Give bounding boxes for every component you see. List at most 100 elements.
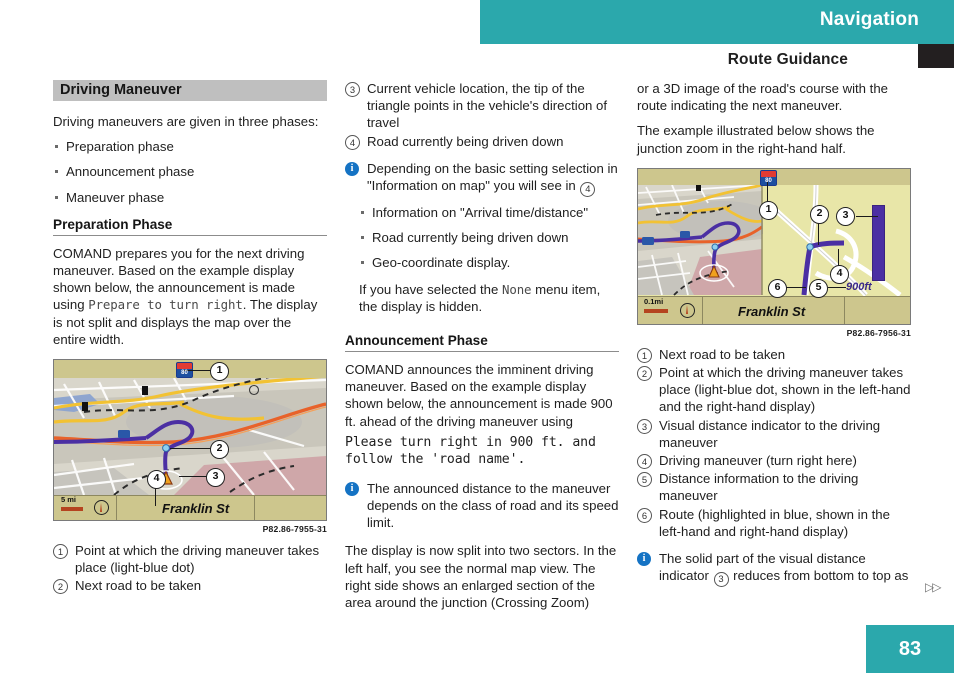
figure-preparation-map: 80 5 mi Franklin St 1 2 3 4 P82.86-7955-… bbox=[53, 359, 327, 534]
none-menu-paragraph: If you have selected the None menu item,… bbox=[359, 281, 619, 315]
legend-item: 5 Distance information to the driving ma… bbox=[637, 470, 911, 504]
legend-item: 1 Point at which the driving maneuver ta… bbox=[53, 542, 327, 576]
chapter-header-bar: Navigation bbox=[480, 0, 954, 44]
voice-prompt-prepare: Prepare to turn right bbox=[88, 297, 243, 313]
legend-item: 1 Next road to be taken bbox=[637, 346, 911, 363]
leader-line-2 bbox=[818, 220, 820, 245]
inline-number-icon: 4 bbox=[580, 182, 596, 198]
legend-number-icon: 5 bbox=[637, 472, 652, 488]
leader-line-6 bbox=[786, 286, 806, 288]
map-band-divider-2 bbox=[254, 496, 255, 521]
heading-rule bbox=[53, 234, 327, 236]
legend-item: 2 Point at which the driving maneuver ta… bbox=[637, 364, 911, 416]
info-note-3: i The solid part of the visual distance … bbox=[637, 550, 911, 588]
map-street-name: Franklin St bbox=[738, 303, 806, 319]
legend-text: Route (highlighted in blue, shown in the… bbox=[659, 506, 890, 539]
figure-legend-1: 1 Point at which the driving maneuver ta… bbox=[53, 542, 327, 595]
map-scale-bar bbox=[61, 507, 83, 512]
legend-text: Driving maneuver (turn right here) bbox=[659, 453, 857, 469]
leader-line-3 bbox=[179, 476, 209, 478]
map-marker-2: 2 bbox=[810, 204, 829, 224]
shield-number: 80 bbox=[765, 177, 772, 184]
map-band-divider-2 bbox=[844, 296, 845, 324]
intro-paragraph: Driving maneuvers are given in three pha… bbox=[53, 114, 319, 129]
legend-number-icon: 6 bbox=[637, 507, 652, 523]
announcement-paragraph: COMAND announces the imminent driving ma… bbox=[345, 361, 619, 430]
map-street-name: Franklin St bbox=[162, 501, 230, 517]
column-right: or a 3D image of the road's course with … bbox=[637, 80, 911, 598]
para-text-a: COMAND announces the imminent driving ma… bbox=[345, 362, 613, 429]
legend-text: Current vehicle location, the tip of the… bbox=[367, 81, 608, 131]
legend-text: Road currently being driven down bbox=[367, 133, 564, 149]
figure-caption-2: P82.86-7956-31 bbox=[846, 327, 911, 338]
legend-item: 3 Visual distance indicator to the drivi… bbox=[637, 417, 911, 451]
figure-caption-1: P82.86-7955-31 bbox=[262, 524, 327, 535]
compass-icon bbox=[680, 302, 695, 318]
menu-item-none: None bbox=[501, 281, 532, 297]
map-marker-6: 6 bbox=[768, 278, 787, 298]
info-icon: i bbox=[345, 161, 359, 176]
leader-line-5 bbox=[828, 286, 846, 288]
list-item: Announcement phase bbox=[53, 163, 327, 180]
legend-number-icon: 2 bbox=[53, 579, 68, 595]
list-item: Maneuver phase bbox=[53, 189, 327, 206]
distance-label: 900ft bbox=[846, 280, 872, 293]
phase-list: Preparation phase Announcement phase Man… bbox=[53, 138, 327, 206]
example-intro-paragraph: The example illustrated below shows the … bbox=[637, 123, 875, 156]
figure-announcement-map: 900ft 80 0.1mi Franklin St 1 2 3 4 5 6 P… bbox=[637, 167, 911, 338]
legend-item: 4 Road currently being driven down bbox=[345, 133, 619, 150]
inline-number-icon: 3 bbox=[713, 572, 729, 588]
note-text: The solid part of the visual distance in… bbox=[659, 550, 911, 588]
thumb-index-tab bbox=[918, 44, 954, 68]
compass-icon bbox=[94, 500, 109, 516]
figure-legend-2: 1 Next road to be taken 2 Point at which… bbox=[637, 346, 911, 540]
voice-prompt-announcement: Please turn right in 900 ft. and follow … bbox=[345, 434, 596, 468]
map-marker-3: 3 bbox=[836, 206, 855, 226]
interstate-shield-icon: 80 bbox=[760, 169, 777, 186]
map-band-divider bbox=[116, 496, 117, 521]
para-text-a: If you have selected the bbox=[359, 281, 502, 297]
map-marker-1: 1 bbox=[210, 362, 229, 382]
continuation-marker-icon: ▷▷ bbox=[925, 580, 942, 594]
legend-text: Next road to be taken bbox=[75, 578, 202, 594]
subheading-preparation-phase: Preparation Phase bbox=[53, 216, 173, 232]
map-display-2: 900ft 80 0.1mi Franklin St 1 2 3 4 5 6 bbox=[637, 167, 911, 325]
legend-number-icon: 3 bbox=[637, 418, 652, 434]
chapter-title: Navigation bbox=[819, 9, 919, 30]
heading-rule bbox=[345, 351, 619, 353]
section-title: Route Guidance bbox=[727, 51, 848, 68]
legend-number-icon: 2 bbox=[637, 366, 652, 382]
legend-item: 3 Current vehicle location, the tip of t… bbox=[345, 80, 619, 132]
shield-number: 80 bbox=[181, 370, 188, 377]
manual-page: Navigation Route Guidance Driving Maneuv… bbox=[0, 0, 954, 673]
map-marker-2: 2 bbox=[210, 440, 229, 460]
list-item: Information on "Arrival time/distance" bbox=[359, 204, 619, 221]
info-note-1: i Depending on the basic setting selecti… bbox=[345, 160, 619, 198]
column-middle: 3 Current vehicle location, the tip of t… bbox=[345, 80, 619, 622]
legend-text: Point at which the driving maneuver take… bbox=[659, 365, 911, 415]
legend-item: 4 Driving maneuver (turn right here) bbox=[637, 452, 911, 470]
leader-line-3 bbox=[856, 215, 878, 217]
list-item: Geo-coordinate display. bbox=[359, 254, 619, 271]
continuation-paragraph: or a 3D image of the road's course with … bbox=[637, 81, 889, 114]
leader-line-4 bbox=[155, 488, 157, 507]
figure-legend-1-continued: 3 Current vehicle location, the tip of t… bbox=[345, 80, 619, 150]
legend-number-icon: 1 bbox=[53, 544, 68, 560]
interstate-shield-icon: 80 bbox=[176, 362, 193, 379]
legend-number-icon: 3 bbox=[345, 82, 360, 97]
legend-text: Visual distance indicator to the driving… bbox=[659, 417, 881, 450]
page-number: 83 bbox=[866, 625, 954, 673]
legend-number-icon: 1 bbox=[637, 347, 652, 363]
legend-text: Point at which the driving maneuver take… bbox=[75, 543, 320, 576]
legend-text: Distance information to the driving mane… bbox=[659, 471, 859, 504]
preparation-paragraph: COMAND prepares you for the next driving… bbox=[53, 245, 327, 348]
map-scale-label: 0.1mi bbox=[644, 296, 664, 306]
map-marker-1: 1 bbox=[759, 200, 778, 220]
map-scale-label: 5 mi bbox=[61, 495, 77, 505]
info-icon: i bbox=[345, 481, 359, 496]
info-icon: i bbox=[637, 552, 651, 567]
map-marker-4: 4 bbox=[830, 264, 849, 284]
legend-item: 2 Next road to be taken bbox=[53, 577, 327, 595]
info-note-2: i The announced distance to the maneuver… bbox=[345, 480, 619, 532]
list-item: Road currently being driven down bbox=[359, 229, 619, 246]
